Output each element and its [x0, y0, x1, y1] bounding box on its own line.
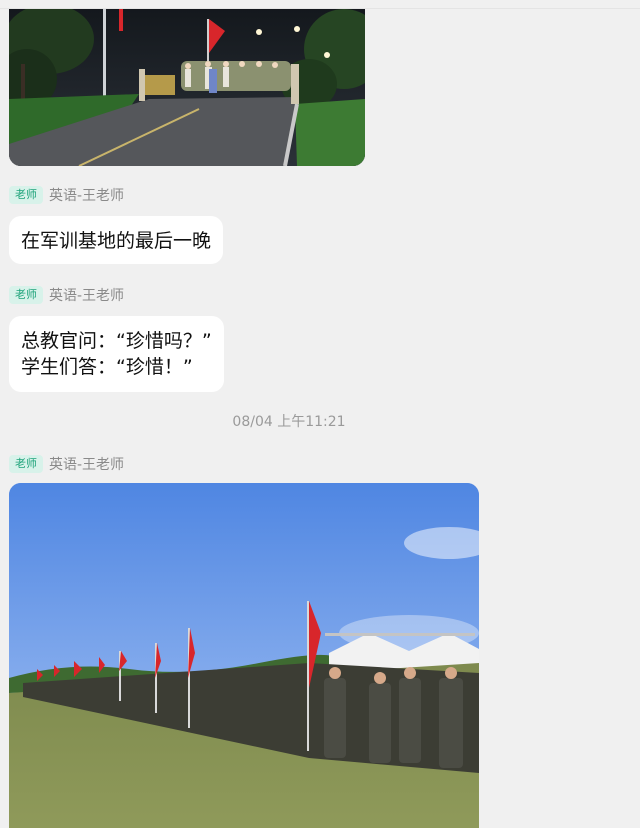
sender-name[interactable]: 英语-王老师 [49, 454, 124, 474]
night-march-image[interactable] [9, 9, 365, 166]
message-text-line: 学生们答：“珍惜！” [21, 356, 193, 378]
night-march-illustration [9, 9, 365, 166]
sender-name[interactable]: 英语-王老师 [49, 185, 124, 205]
text-bubble[interactable]: 在军训基地的最后一晚 [9, 216, 224, 264]
message-sender: 老师 英语-王老师 [9, 284, 124, 306]
sender-name[interactable]: 英语-王老师 [49, 285, 124, 305]
message-text-line: 总教官问：“珍惜吗？” [21, 330, 212, 352]
role-badge: 老师 [9, 286, 43, 304]
message-sender: 老师 英语-王老师 [9, 184, 124, 206]
formation-image[interactable] [9, 483, 479, 828]
role-badge: 老师 [9, 455, 43, 473]
role-badge: 老师 [9, 186, 43, 204]
formation-illustration [9, 483, 479, 828]
message-sender: 老师 英语-王老师 [9, 453, 124, 475]
message-timestamp: 08/04 上午11:21 [232, 414, 346, 430]
message-text: 在军训基地的最后一晚 [21, 230, 212, 252]
text-bubble[interactable]: 总教官问：“珍惜吗？” 学生们答：“珍惜！” [9, 316, 224, 392]
